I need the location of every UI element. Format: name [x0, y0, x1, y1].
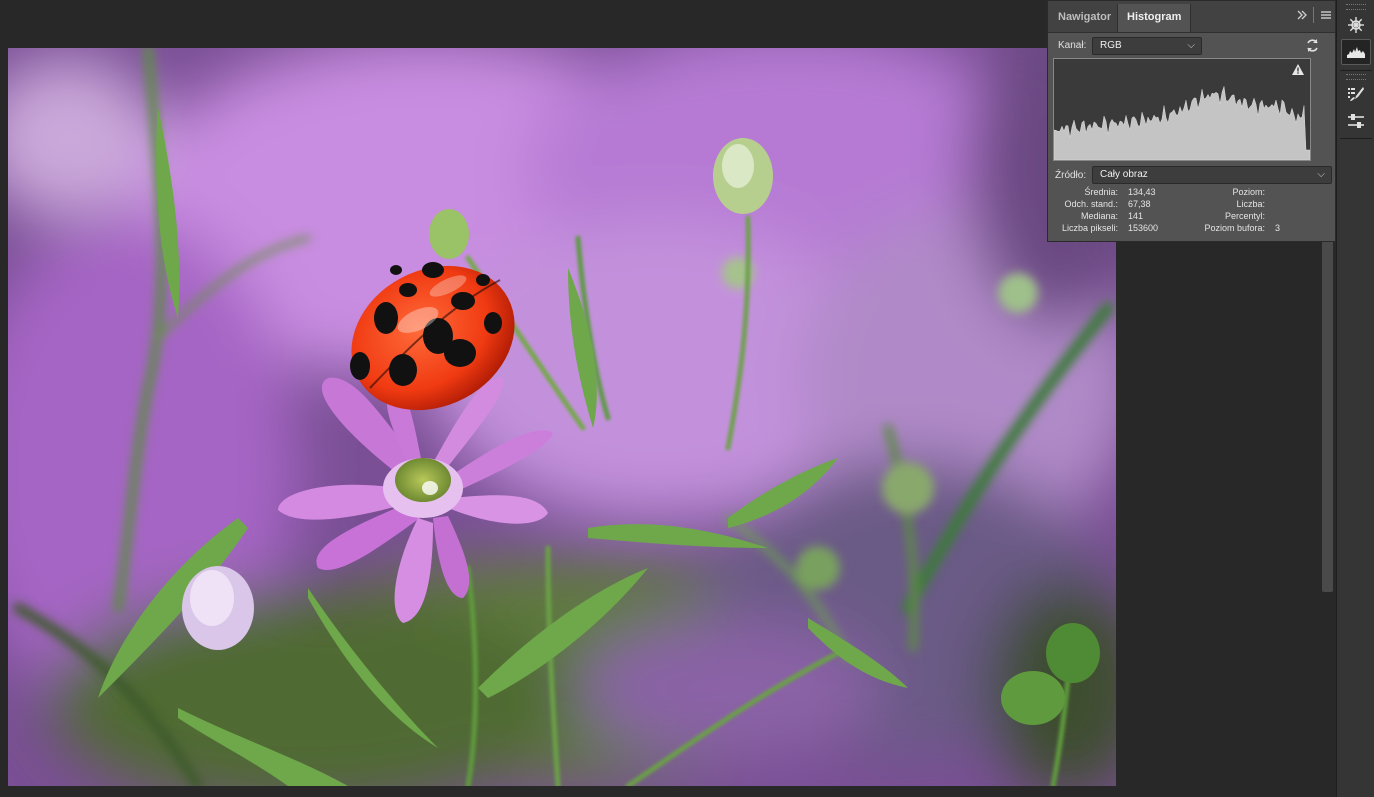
- panel-tab-bar: Nawigator Histogram: [1048, 1, 1335, 33]
- tab-histogram[interactable]: Histogram: [1117, 4, 1192, 32]
- dock-grip-handle-2[interactable]: [1346, 74, 1366, 80]
- source-select[interactable]: Cały obraz ⌵: [1092, 166, 1332, 184]
- warning-triangle-icon[interactable]: [1291, 63, 1305, 81]
- navigator-wheel-icon[interactable]: [1341, 12, 1371, 38]
- dock-grip-handle[interactable]: [1346, 4, 1366, 10]
- stat-pixels-value: 153600: [1128, 223, 1159, 233]
- document-canvas-photo[interactable]: [8, 48, 1116, 786]
- brush-presets-icon[interactable]: [1341, 81, 1371, 107]
- source-label: Źródło:: [1055, 170, 1087, 181]
- histogram-curve: [1053, 86, 1311, 161]
- double-chevron-right-icon[interactable]: [1296, 9, 1308, 24]
- stat-percentile-label: Percentyl:: [1224, 211, 1265, 221]
- channel-select-value: RGB: [1100, 40, 1122, 51]
- vertical-scrollbar-thumb[interactable]: [1322, 240, 1333, 592]
- histogram-graph: [1053, 58, 1311, 161]
- stat-stddev-value: 67,38: [1128, 199, 1151, 209]
- refresh-icon[interactable]: [1305, 38, 1320, 58]
- chevron-down-icon: ⌵: [1317, 169, 1325, 180]
- adjustments-sliders-icon[interactable]: [1341, 108, 1371, 134]
- stat-mean-label: Średnia:: [1084, 187, 1118, 197]
- channel-select[interactable]: RGB ⌵: [1092, 37, 1202, 55]
- stat-stddev-label: Odch. stand.:: [1064, 199, 1118, 209]
- channel-label: Kanał:: [1058, 40, 1087, 51]
- stat-pixels-label: Liczba pikseli:: [1061, 223, 1118, 233]
- stat-median-value: 141: [1128, 211, 1144, 221]
- ladybug-flower-photo: [8, 48, 1116, 786]
- chevron-down-icon: ⌵: [1187, 40, 1195, 51]
- stat-level-label: Poziom:: [1232, 187, 1265, 197]
- panel-ctrl-divider: [1313, 7, 1314, 23]
- stat-median-label: Mediana:: [1080, 211, 1118, 221]
- stat-cache-level-value: 3: [1275, 223, 1281, 233]
- stat-mean-value: 134,43: [1128, 187, 1156, 197]
- stat-cache-level-label: Poziom bufora:: [1204, 223, 1265, 233]
- source-select-value: Cały obraz: [1100, 169, 1148, 180]
- histogram-icon[interactable]: [1341, 39, 1371, 65]
- tab-navigator[interactable]: Nawigator: [1049, 4, 1120, 32]
- stat-count-label: Liczba:: [1236, 199, 1265, 209]
- hamburger-menu-icon[interactable]: [1320, 9, 1332, 24]
